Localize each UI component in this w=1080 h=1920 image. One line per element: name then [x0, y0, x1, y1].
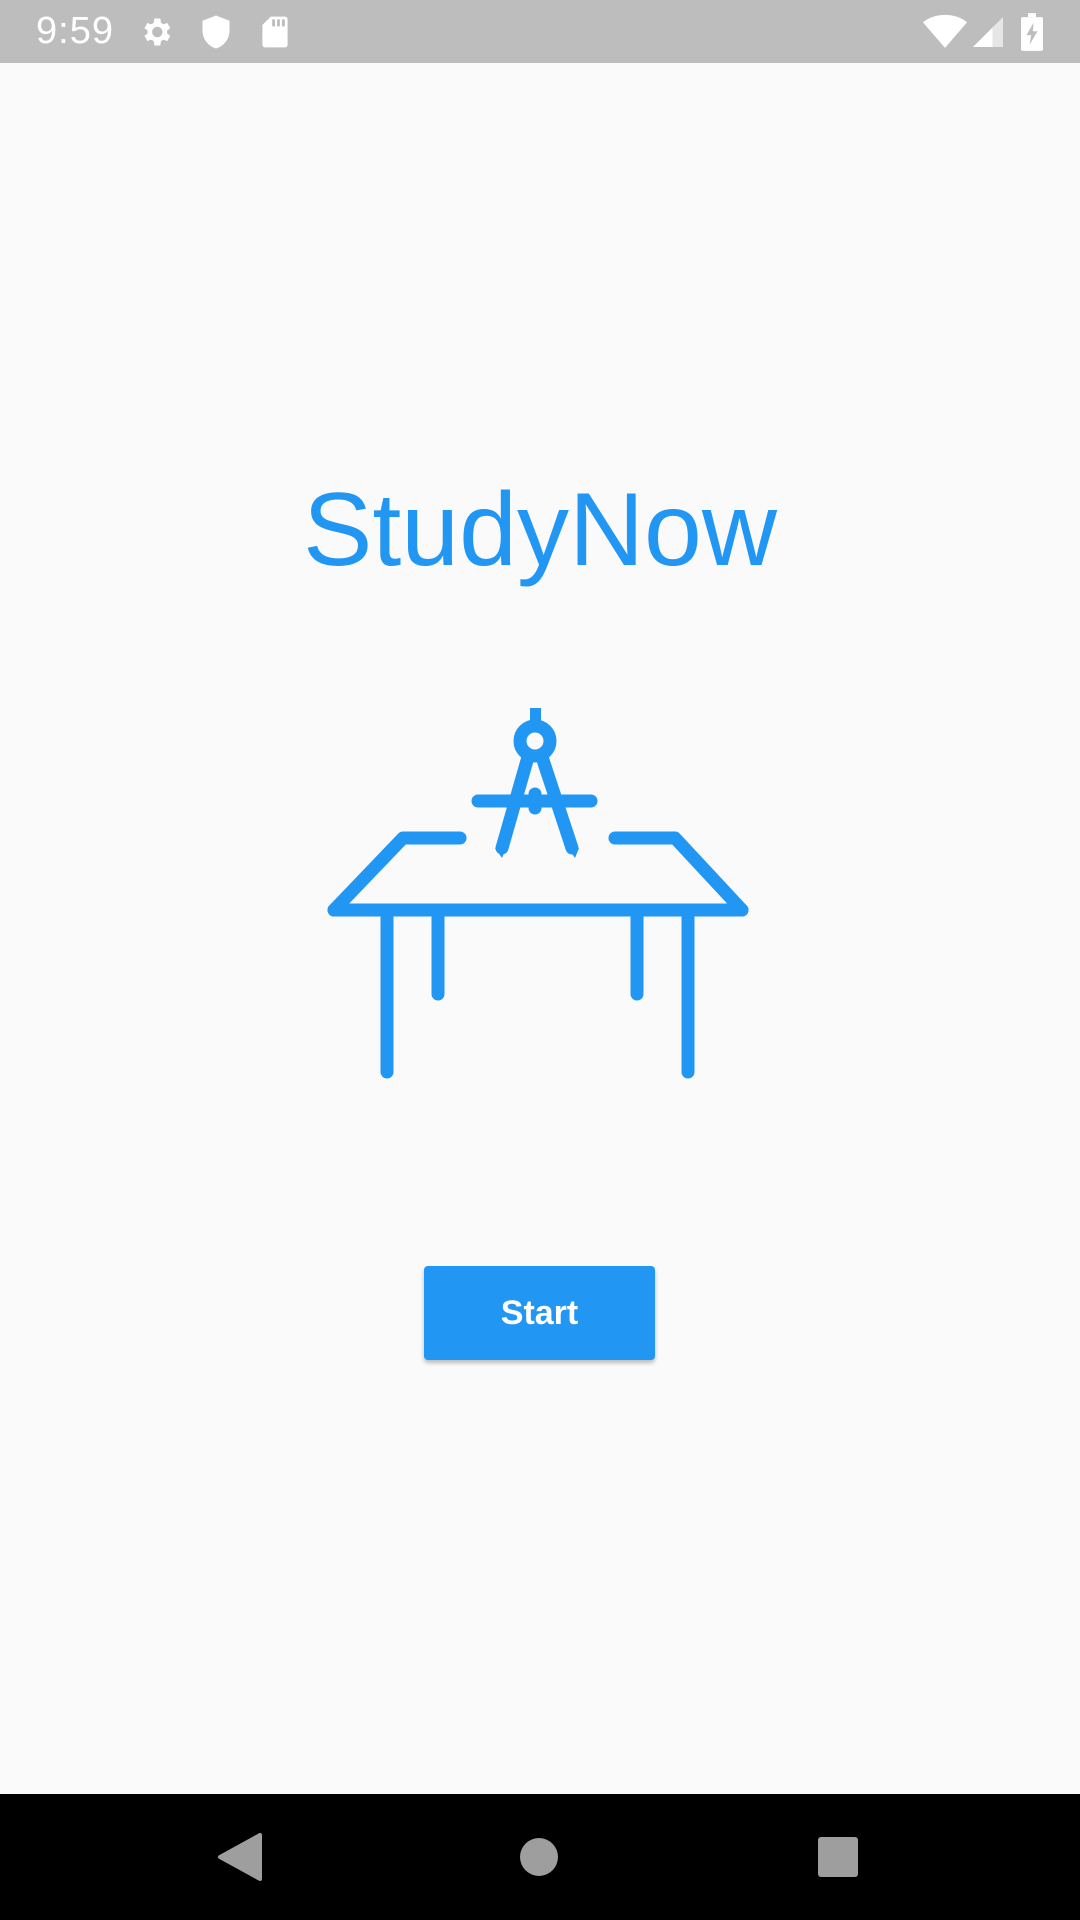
gear-icon — [136, 0, 176, 63]
wifi-icon — [920, 0, 970, 63]
start-button[interactable]: Start — [424, 1266, 655, 1360]
home-icon[interactable] — [469, 1794, 609, 1920]
signal-icon — [968, 0, 1008, 63]
navigation-bar — [0, 1794, 1080, 1920]
shield-icon — [196, 0, 236, 63]
battery-charging-icon — [1014, 0, 1050, 63]
status-bar: 9:59 — [0, 0, 1080, 63]
status-time: 9:59 — [36, 10, 114, 52]
app-title: StudyNow — [303, 472, 777, 588]
app-screen: 9:59 StudyNow Start — [0, 0, 1080, 1920]
desk-with-compass-icon — [327, 708, 749, 1079]
back-icon[interactable] — [170, 1794, 310, 1920]
sd-card-icon — [255, 0, 295, 63]
recents-icon[interactable] — [768, 1794, 908, 1920]
